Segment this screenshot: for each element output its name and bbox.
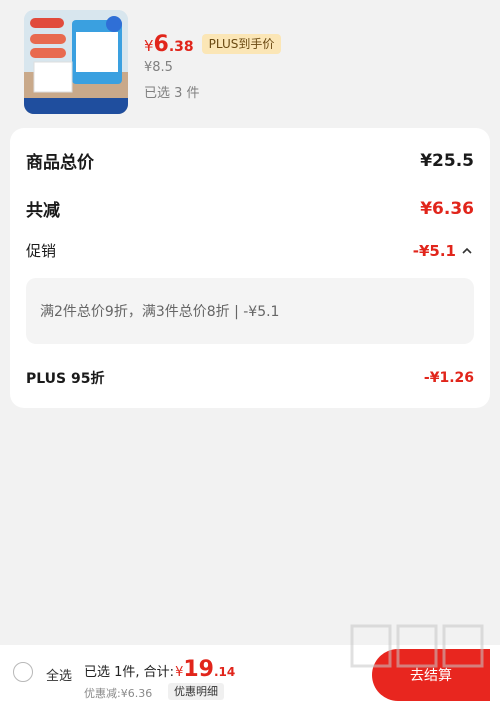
reduce-value: ¥6.36 <box>420 198 474 219</box>
checkout-label: 去结算 <box>410 668 452 684</box>
product-image-icon <box>24 10 128 114</box>
sum-integer: 19 <box>183 657 214 682</box>
sum-decimal: .14 <box>213 665 236 679</box>
plus-discount-row: PLUS 95折 -¥1.26 <box>26 368 474 388</box>
reduce-row: 共减 ¥6.36 <box>26 196 474 222</box>
reduce-label: 共减 <box>26 201 60 221</box>
selected-quantity: 已选 3 件 <box>144 86 200 101</box>
plus-discount-label: PLUS 95折 <box>26 371 105 387</box>
promo-toggle[interactable]: -¥5.1 <box>413 242 474 260</box>
checkout-bar: 全选 已选 1件, 合计: ¥ 19 .14 优惠减:¥6.36 优惠明细 去结… <box>0 645 500 703</box>
promo-row[interactable]: 促销 -¥5.1 <box>26 240 474 261</box>
plus-price-badge: PLUS到手价 <box>201 34 282 54</box>
discount-amount: 优惠减:¥6.36 <box>84 687 153 700</box>
total-label: 商品总价 <box>26 153 94 173</box>
original-price: ¥8.5 <box>144 60 173 75</box>
product-row: ¥ 6 .38 PLUS到手价 ¥8.5 已选 3 件 <box>0 0 500 124</box>
chevron-up-icon[interactable] <box>460 244 474 258</box>
total-value: ¥25.5 <box>420 150 474 171</box>
product-price: ¥ 6 .38 PLUS到手价 <box>144 32 282 57</box>
promo-label: 促销 <box>26 242 57 260</box>
select-all-radio[interactable] <box>13 662 33 682</box>
product-thumbnail[interactable] <box>24 10 128 114</box>
plus-discount-value: -¥1.26 <box>423 370 474 386</box>
promo-detail-box: 满2件总价9折，满3件总价8折 | -¥5.1 <box>26 278 474 344</box>
summary-prefix: 已选 1件, 合计: <box>84 665 175 680</box>
price-symbol: ¥ <box>144 37 154 55</box>
total-summary: 已选 1件, 合计: ¥ 19 .14 <box>84 657 235 682</box>
price-summary-card: 商品总价 ¥25.5 共减 ¥6.36 促销 -¥5.1 满2件总价9折，满3件… <box>10 128 490 408</box>
select-all-label[interactable]: 全选 <box>46 665 72 684</box>
checkout-button[interactable]: 去结算 <box>372 649 490 701</box>
promo-value: -¥5.1 <box>412 241 456 260</box>
discount-detail-button[interactable]: 优惠明细 <box>168 683 224 700</box>
price-decimal: .38 <box>168 39 194 55</box>
price-integer: 6 <box>153 32 169 57</box>
promo-detail-text: 满2件总价9折，满3件总价8折 | -¥5.1 <box>40 304 280 320</box>
total-row: 商品总价 ¥25.5 <box>26 148 474 174</box>
sum-symbol: ¥ <box>175 665 184 680</box>
